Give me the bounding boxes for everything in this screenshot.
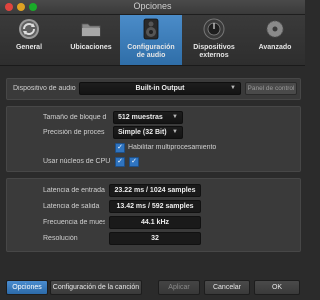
cpu-core-2-checkbox[interactable]: ✓ bbox=[129, 157, 139, 167]
ok-button[interactable]: OK bbox=[254, 280, 300, 295]
sample-rate-value: 44.1 kHz bbox=[109, 216, 201, 229]
folder-icon bbox=[81, 23, 101, 37]
window-title: Opciones bbox=[133, 1, 172, 11]
block-size-dropdown[interactable]: 512 muestras ▼ bbox=[113, 111, 183, 124]
output-latency-value: 13.42 ms / 592 samples bbox=[109, 200, 201, 213]
precision-label: Precisión de proces bbox=[43, 129, 105, 136]
tab-ubicaciones-label: Ubicaciones bbox=[70, 44, 112, 51]
cpu-cores-label: Usar núcleos de CPU bbox=[43, 158, 111, 165]
output-latency-label: Latencia de salida bbox=[43, 203, 100, 210]
gear-icon bbox=[266, 20, 284, 38]
input-latency-value: 23.22 ms / 1024 samples bbox=[109, 184, 201, 197]
tab-ubicaciones[interactable]: Ubicaciones bbox=[62, 15, 120, 65]
resolution-value: 32 bbox=[109, 232, 201, 245]
block-size-value: 512 muestras bbox=[118, 114, 163, 121]
audio-device-dropdown[interactable]: Built-in Output ▼ bbox=[79, 82, 241, 95]
precision-value: Simple (32 Bit) bbox=[118, 129, 167, 136]
tab-avanzado-label: Avanzado bbox=[258, 44, 292, 51]
tab-dispositivos-externos-label: Dispositivos externos bbox=[193, 44, 235, 59]
cancel-button[interactable]: Cancelar bbox=[204, 280, 250, 295]
knob-icon bbox=[203, 18, 225, 40]
precision-dropdown[interactable]: Simple (32 Bit) ▼ bbox=[113, 126, 183, 139]
tab-configuracion-de-audio-label: Configuración de audio bbox=[127, 44, 175, 59]
sample-rate-label: Frecuencia de mues bbox=[43, 219, 105, 226]
tab-general-label: General bbox=[15, 44, 43, 51]
tab-general[interactable]: General bbox=[0, 15, 58, 65]
multiprocessing-checkbox[interactable]: ✓ bbox=[115, 143, 125, 153]
tab-avanzado[interactable]: Avanzado bbox=[246, 15, 304, 65]
audio-device-label: Dispositivo de audio bbox=[13, 85, 76, 92]
multiprocessing-label: Habilitar multiprocesamiento bbox=[128, 144, 217, 151]
cpu-core-1-checkbox[interactable]: ✓ bbox=[115, 157, 125, 167]
audio-device-value: Built-in Output bbox=[135, 85, 185, 92]
options-button[interactable]: Opciones bbox=[6, 280, 48, 295]
control-panel-button[interactable]: Panel de control bbox=[245, 82, 297, 95]
chevron-down-icon: ▼ bbox=[172, 129, 178, 135]
title-bar: Opciones bbox=[0, 0, 305, 15]
refresh-arrows-icon bbox=[19, 19, 39, 39]
latency-readouts-panel: Latencia de entrada 23.22 ms / 1024 samp… bbox=[6, 178, 301, 252]
apply-button[interactable]: Aplicar bbox=[158, 280, 200, 295]
preferences-toolbar: General Ubicaciones Configuración de aud… bbox=[0, 15, 305, 66]
tab-dispositivos-externos[interactable]: Dispositivos externos bbox=[184, 15, 244, 65]
resolution-label: Resolución bbox=[43, 235, 78, 242]
speaker-icon bbox=[143, 18, 159, 40]
song-configuration-button[interactable]: Configuración de la canción bbox=[50, 280, 142, 295]
chevron-down-icon: ▼ bbox=[172, 114, 178, 120]
tab-configuracion-de-audio[interactable]: Configuración de audio bbox=[120, 15, 182, 65]
block-size-label: Tamaño de bloque d bbox=[43, 114, 107, 121]
chevron-down-icon: ▼ bbox=[230, 85, 236, 91]
audio-device-panel: Dispositivo de audio Built-in Output ▼ P… bbox=[6, 78, 301, 100]
input-latency-label: Latencia de entrada bbox=[43, 187, 105, 194]
audio-settings-panel: Tamaño de bloque d 512 muestras ▼ Precis… bbox=[6, 106, 301, 172]
